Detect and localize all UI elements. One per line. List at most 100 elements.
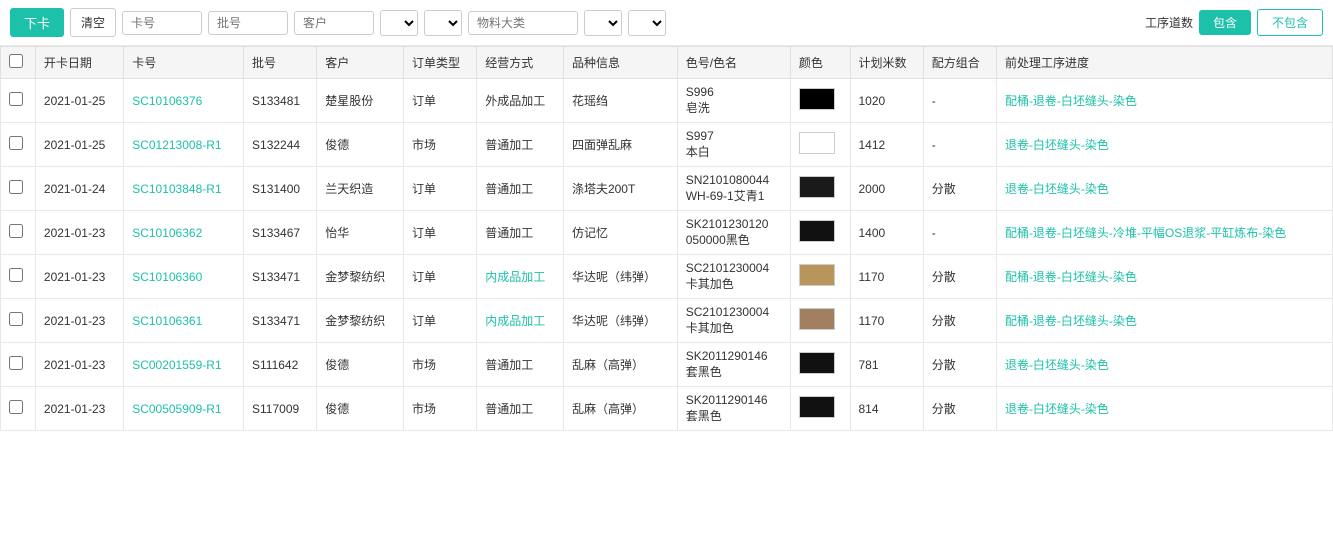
- cell-customer: 楚星股份: [317, 79, 404, 123]
- cell-batch: S132244: [244, 123, 317, 167]
- cell-date: 2021-01-23: [35, 255, 123, 299]
- cell-operation: 普通加工: [477, 123, 564, 167]
- cell-order-type: 市场: [404, 387, 477, 431]
- cell-color-swatch: [790, 387, 850, 431]
- cell-process[interactable]: 配桶-退卷-白坯缝头-冷堆-平幅OS退浆-平缸炼布-染色: [996, 211, 1332, 255]
- table-row: 2021-01-24SC10103848-R1S131400兰天织造订单普通加工…: [1, 167, 1333, 211]
- cell-batch: S133471: [244, 255, 317, 299]
- cell-card-no[interactable]: SC00201559-R1: [124, 343, 244, 387]
- cell-color-code: SK2101230120 050000黑色: [677, 211, 790, 255]
- cell-variety: 乱麻（高弹）: [563, 343, 677, 387]
- row-checkbox[interactable]: [9, 224, 23, 238]
- table-row: 2021-01-23SC10106361S133471金梦黎纺织订单内成品加工华…: [1, 299, 1333, 343]
- cell-process[interactable]: 退卷-白坯缝头-染色: [996, 387, 1332, 431]
- process-count-label: 工序道数: [1145, 14, 1193, 31]
- cell-process[interactable]: 配桶-退卷-白坯缝头-染色: [996, 255, 1332, 299]
- cell-card-no[interactable]: SC10106362: [124, 211, 244, 255]
- cell-variety: 四面弹乱麻: [563, 123, 677, 167]
- cell-variety: 仿记忆: [563, 211, 677, 255]
- col-operation: 经营方式: [477, 47, 564, 79]
- row-checkbox[interactable]: [9, 400, 23, 414]
- cell-color-code: SK2011290146 套黑色: [677, 387, 790, 431]
- cell-planned-meters: 1170: [850, 255, 923, 299]
- cell-order-type: 订单: [404, 211, 477, 255]
- row-checkbox[interactable]: [9, 312, 23, 326]
- download-button[interactable]: 下卡: [10, 8, 64, 37]
- cell-formula: -: [923, 211, 996, 255]
- batch-input[interactable]: [208, 11, 288, 35]
- cell-customer: 俊德: [317, 387, 404, 431]
- include-button[interactable]: 包含: [1199, 10, 1251, 35]
- cell-color-swatch: [790, 211, 850, 255]
- material-input[interactable]: [468, 11, 578, 35]
- cell-card-no[interactable]: SC10106360: [124, 255, 244, 299]
- type2-select[interactable]: [424, 10, 462, 36]
- cell-card-no[interactable]: SC10106361: [124, 299, 244, 343]
- cell-planned-meters: 814: [850, 387, 923, 431]
- exclude-button[interactable]: 不包含: [1257, 9, 1323, 36]
- cell-operation: 外成品加工: [477, 79, 564, 123]
- cell-batch: S117009: [244, 387, 317, 431]
- cell-process[interactable]: 退卷-白坯缝头-染色: [996, 343, 1332, 387]
- cell-customer: 俊德: [317, 123, 404, 167]
- cell-planned-meters: 1020: [850, 79, 923, 123]
- cell-variety: 乱麻（高弹）: [563, 387, 677, 431]
- clear-button[interactable]: 清空: [70, 8, 116, 37]
- table-row: 2021-01-25SC01213008-R1S132244俊德市场普通加工四面…: [1, 123, 1333, 167]
- table-header: 开卡日期 卡号 批号 客户 订单类型 经营方式 品种信息 色号/色名 颜色 计划…: [1, 47, 1333, 79]
- card-no-input[interactable]: [122, 11, 202, 35]
- cell-order-type: 订单: [404, 299, 477, 343]
- cell-color-swatch: [790, 123, 850, 167]
- cell-card-no[interactable]: SC01213008-R1: [124, 123, 244, 167]
- cell-variety: 花瑶绉: [563, 79, 677, 123]
- col-date: 开卡日期: [35, 47, 123, 79]
- cell-process[interactable]: 退卷-白坯缝头-染色: [996, 123, 1332, 167]
- cell-color-swatch: [790, 343, 850, 387]
- cell-color-code: S997 本白: [677, 123, 790, 167]
- row-checkbox[interactable]: [9, 268, 23, 282]
- cell-date: 2021-01-23: [35, 299, 123, 343]
- type1-select[interactable]: [380, 10, 418, 36]
- cell-color-swatch: [790, 167, 850, 211]
- type4-select[interactable]: [628, 10, 666, 36]
- cell-card-no[interactable]: SC10106376: [124, 79, 244, 123]
- col-color: 颜色: [790, 47, 850, 79]
- row-checkbox[interactable]: [9, 356, 23, 370]
- table-row: 2021-01-23SC10106360S133471金梦黎纺织订单内成品加工华…: [1, 255, 1333, 299]
- cell-color-swatch: [790, 255, 850, 299]
- type3-select[interactable]: [584, 10, 622, 36]
- cell-date: 2021-01-25: [35, 79, 123, 123]
- cell-operation: 普通加工: [477, 167, 564, 211]
- cell-date: 2021-01-23: [35, 387, 123, 431]
- cell-batch: S133481: [244, 79, 317, 123]
- cell-color-code: SC2101230004 卡其加色: [677, 255, 790, 299]
- customer-input[interactable]: [294, 11, 374, 35]
- cell-customer: 金梦黎纺织: [317, 299, 404, 343]
- cell-customer: 兰天织造: [317, 167, 404, 211]
- row-checkbox[interactable]: [9, 136, 23, 150]
- cell-card-no[interactable]: SC00505909-R1: [124, 387, 244, 431]
- cell-planned-meters: 1170: [850, 299, 923, 343]
- cell-operation: 普通加工: [477, 387, 564, 431]
- cell-date: 2021-01-25: [35, 123, 123, 167]
- table-row: 2021-01-23SC00505909-R1S117009俊德市场普通加工乱麻…: [1, 387, 1333, 431]
- cell-operation: 普通加工: [477, 343, 564, 387]
- cell-order-type: 市场: [404, 343, 477, 387]
- cell-customer: 金梦黎纺织: [317, 255, 404, 299]
- cell-batch: S133471: [244, 299, 317, 343]
- col-planned-meters: 计划米数: [850, 47, 923, 79]
- cell-operation: 内成品加工: [477, 255, 564, 299]
- cell-formula: 分散: [923, 255, 996, 299]
- cell-process[interactable]: 配桶-退卷-白坯缝头-染色: [996, 299, 1332, 343]
- cell-card-no[interactable]: SC10103848-R1: [124, 167, 244, 211]
- cell-color-swatch: [790, 79, 850, 123]
- row-checkbox[interactable]: [9, 92, 23, 106]
- cell-color-code: S996 皂洗: [677, 79, 790, 123]
- cell-order-type: 订单: [404, 79, 477, 123]
- cell-variety: 华达呢（纬弹）: [563, 299, 677, 343]
- col-order-type: 订单类型: [404, 47, 477, 79]
- row-checkbox[interactable]: [9, 180, 23, 194]
- cell-process[interactable]: 配桶-退卷-白坯缝头-染色: [996, 79, 1332, 123]
- select-all-checkbox[interactable]: [9, 54, 23, 68]
- cell-process[interactable]: 退卷-白坯缝头-染色: [996, 167, 1332, 211]
